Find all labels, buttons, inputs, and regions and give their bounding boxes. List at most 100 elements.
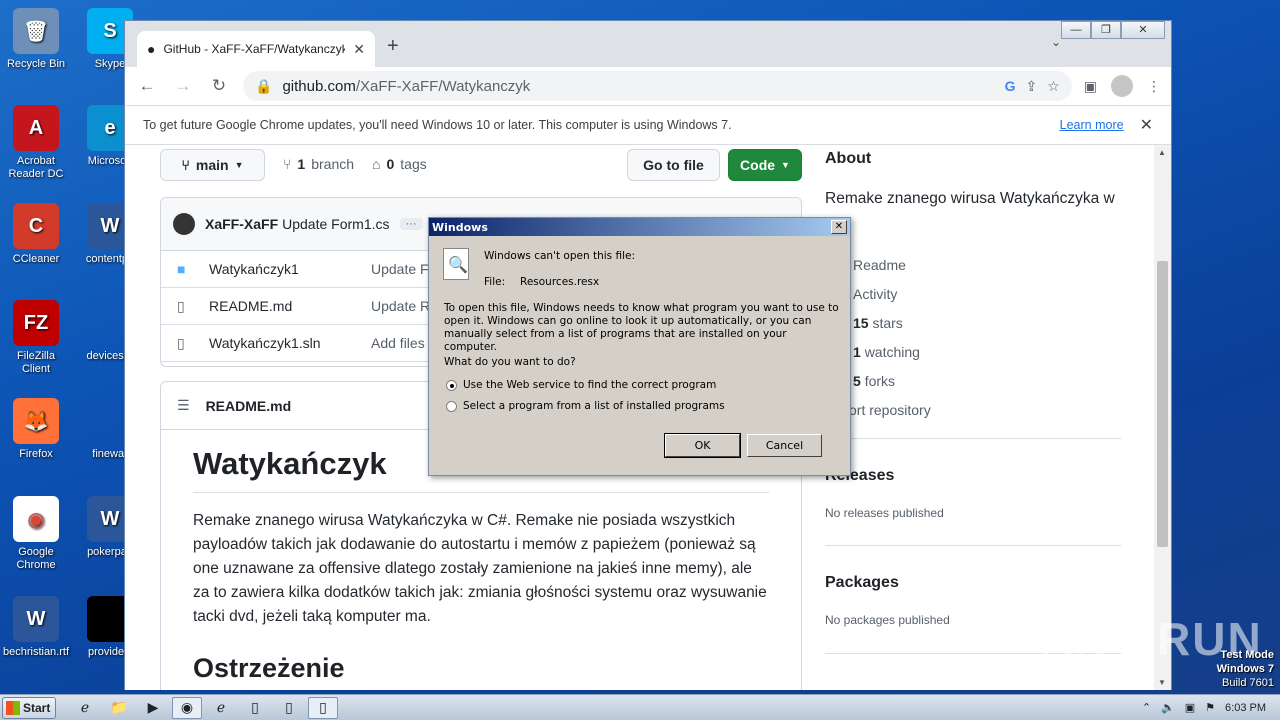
url-text[interactable]: github.com/XaFF-XaFF/Watykanczyk	[282, 78, 994, 95]
author-avatar[interactable]	[173, 213, 195, 235]
reload-icon[interactable]: ↻	[207, 76, 231, 96]
menu-kebab-icon[interactable]: ⋮	[1147, 78, 1161, 95]
window-icon[interactable]: ▯	[308, 696, 338, 719]
desktop-shortcut[interactable]: FZ FileZilla Client	[2, 300, 70, 376]
browser-toolbar: ← → ↻ 🔒 github.com/XaFF-XaFF/Watykanczyk…	[125, 67, 1171, 105]
desktop-shortcut[interactable]: 🗑 Recycle Bin	[2, 8, 70, 71]
maximize-button[interactable]: ❐	[1091, 21, 1121, 39]
update-infobar: To get future Google Chrome updates, you…	[125, 105, 1171, 145]
packages-heading[interactable]: Packages	[825, 574, 899, 592]
window-icon[interactable]: ▯	[240, 697, 270, 719]
commit-expand-button[interactable]: ···	[399, 218, 423, 230]
activity-link[interactable]: Activity	[853, 286, 897, 302]
desktop-shortcut-label: Recycle Bin	[6, 58, 66, 70]
radio-installed-programs[interactable]: Select a program from a list of installe…	[446, 400, 725, 412]
start-button[interactable]: Start	[2, 696, 56, 719]
tab-strip: ● GitHub - XaFF-XaFF/Watykanczyk: R ✕ + …	[125, 21, 1171, 67]
go-to-file-button[interactable]: Go to file	[627, 149, 720, 181]
ok-button[interactable]: OK	[664, 433, 741, 458]
caret-down-icon: ▼	[234, 160, 244, 170]
no-packages-text: No packages published	[825, 613, 950, 627]
new-tab-button[interactable]: +	[387, 35, 399, 58]
volume-icon[interactable]: 🔈	[1161, 701, 1175, 714]
dialog-titlebar[interactable]: Windows ✕	[429, 218, 850, 236]
chrome-taskbar-icon[interactable]: ◉	[172, 696, 202, 719]
flag-icon[interactable]: ⚑	[1205, 701, 1215, 714]
desktop-shortcut-label: Acrobat Reader DC	[8, 155, 64, 180]
chrome-desktop-icon: ◉	[13, 496, 59, 542]
infobar-message: To get future Google Chrome updates, you…	[143, 118, 732, 132]
github-icon: ●	[147, 41, 156, 57]
file-name-link[interactable]: README.md	[209, 298, 371, 314]
desktop-shortcut[interactable]: A Acrobat Reader DC	[2, 105, 70, 181]
window-controls: — ❐ ✕	[1061, 21, 1165, 39]
google-icon[interactable]: G	[1005, 78, 1016, 94]
file-commit-message[interactable]: Update R	[371, 298, 430, 314]
divider	[825, 438, 1121, 439]
forks-link[interactable]: 5 forks	[853, 373, 895, 389]
open-with-dialog: Windows ✕ 🔍 Windows can't open this file…	[428, 217, 851, 476]
desktop-shortcut[interactable]: ◉ Google Chrome	[2, 496, 70, 572]
watching-link[interactable]: 1 watching	[853, 344, 920, 360]
tag-icon: ⌂	[372, 156, 381, 172]
desktop-shortcut-label: Firefox	[19, 448, 53, 460]
infobar-close-icon[interactable]: ✕	[1140, 115, 1153, 135]
tab-search-icon[interactable]: ⌄	[1051, 35, 1061, 49]
share-icon[interactable]: ⇪	[1025, 78, 1037, 95]
tray-expand-icon[interactable]: ⌃	[1142, 701, 1151, 714]
side-panel-icon[interactable]: ▣	[1084, 78, 1097, 95]
branches-link[interactable]: ⑂ 1 branch	[283, 156, 354, 172]
learn-more-link[interactable]: Learn more	[1060, 118, 1124, 132]
window-icon[interactable]: ▯	[274, 697, 304, 719]
question-text: What do you want to do?	[444, 356, 576, 368]
tags-link[interactable]: ⌂ 0 tags	[372, 156, 427, 172]
radio-web-service[interactable]: Use the Web service to find the correct …	[446, 379, 716, 391]
readme-link[interactable]: Readme	[853, 257, 906, 273]
file-name-link[interactable]: Watykańczyk1.sln	[209, 335, 371, 351]
scrollbar-thumb[interactable]	[1157, 261, 1168, 547]
file-commit-message[interactable]: Update F	[371, 261, 429, 277]
commit-author[interactable]: XaFF-XaFF	[205, 216, 278, 232]
clock[interactable]: 6:03 PM	[1225, 702, 1266, 714]
close-window-button[interactable]: ✕	[1121, 21, 1165, 39]
code-button[interactable]: Code ▼	[728, 149, 802, 181]
lock-icon[interactable]: 🔒	[255, 78, 272, 95]
branch-selector[interactable]: ⑂ main ▼	[160, 149, 265, 181]
radio-unselected-icon[interactable]	[446, 400, 457, 412]
back-icon[interactable]: ←	[135, 76, 159, 96]
desktop-shortcut[interactable]: C CCleaner	[2, 203, 70, 266]
ie-icon[interactable]: ℯ	[70, 697, 100, 719]
desktop-shortcut[interactable]: Wbechristian.rtf	[2, 596, 70, 659]
edge-icon[interactable]: ℯ	[206, 697, 236, 719]
explorer-icon[interactable]: 📁	[104, 697, 134, 719]
browser-tab[interactable]: ● GitHub - XaFF-XaFF/Watykanczyk: R ✕	[137, 31, 375, 67]
bookmark-star-icon[interactable]: ☆	[1047, 78, 1060, 95]
cant-open-text: Windows can't open this file:	[484, 250, 635, 262]
stars-link[interactable]: 15 stars	[853, 315, 903, 331]
forward-icon[interactable]: →	[171, 76, 195, 96]
desktop-shortcut-label: bechristian.rtf	[2, 646, 70, 658]
media-player-icon[interactable]: ▶	[138, 697, 168, 719]
minimize-button[interactable]: —	[1061, 21, 1091, 39]
report-repository-link[interactable]: ort repository	[849, 402, 931, 418]
taskbar: Start ℯ 📁 ▶ ◉ ℯ ▯ ▯ ▯ ⌃ 🔈 ▣ ⚑ 6:03 PM	[0, 694, 1280, 720]
list-icon[interactable]: ☰	[177, 397, 190, 414]
tab-close-icon[interactable]: ✕	[353, 41, 365, 58]
radio-selected-icon[interactable]	[446, 379, 457, 391]
cancel-button[interactable]: Cancel	[747, 434, 822, 457]
dialog-title: Windows	[432, 220, 488, 234]
filezilla-icon: FZ	[13, 300, 59, 346]
address-bar[interactable]: 🔒 github.com/XaFF-XaFF/Watykanczyk G ⇪ ☆	[243, 71, 1072, 101]
scroll-up-icon[interactable]: ▲	[1158, 148, 1166, 157]
page-scrollbar[interactable]: ▲ ▼	[1154, 145, 1171, 690]
tab-title: GitHub - XaFF-XaFF/Watykanczyk: R	[163, 42, 346, 56]
profile-avatar[interactable]	[1111, 75, 1133, 97]
scroll-down-icon[interactable]: ▼	[1158, 678, 1166, 687]
network-icon[interactable]: ▣	[1185, 701, 1195, 714]
desktop-shortcut[interactable]: 🦊 Firefox	[2, 398, 70, 461]
file-name-link[interactable]: Watykańczyk1	[209, 261, 371, 277]
commit-message[interactable]: Update Form1.cs	[282, 216, 389, 232]
dialog-close-button[interactable]: ✕	[831, 220, 847, 234]
file-commit-message[interactable]: Add files	[371, 335, 425, 351]
desktop-shortcut-label: FileZilla Client	[17, 350, 55, 375]
